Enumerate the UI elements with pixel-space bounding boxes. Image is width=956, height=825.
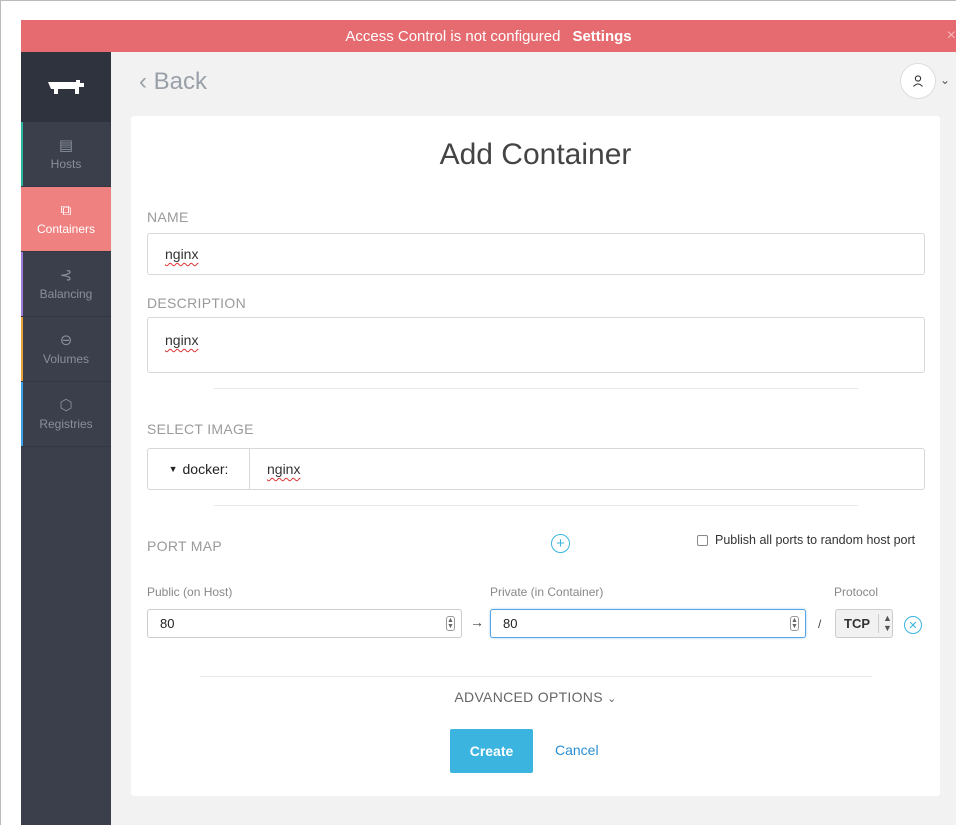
app-window: Access Control is not configured Setting… xyxy=(21,20,956,825)
cancel-button[interactable]: Cancel xyxy=(555,742,599,758)
balancing-icon: ⊰ xyxy=(59,266,73,284)
private-port-stepper[interactable]: ▲ ▼ xyxy=(790,616,799,631)
banner-message: Access Control is not configured xyxy=(345,27,561,45)
sidebar-item-label: Volumes xyxy=(42,351,90,366)
hosts-icon: ▤ xyxy=(58,136,74,154)
sidebar-item-volumes[interactable]: ⊖ Volumes xyxy=(21,317,111,382)
advanced-options-toggle[interactable]: ADVANCED OPTIONS ⌄ xyxy=(131,689,940,705)
select-image-label: SELECT IMAGE xyxy=(147,421,254,437)
public-port-value: 80 xyxy=(160,616,175,631)
registries-accent xyxy=(21,382,23,446)
sidebar-item-label: Registries xyxy=(39,416,93,431)
protocol-value: TCP xyxy=(844,616,870,631)
sidebar-item-hosts[interactable]: ▤ Hosts xyxy=(21,122,111,187)
description-value: nginx xyxy=(165,332,199,348)
balancing-accent xyxy=(21,252,23,316)
publish-all-checkbox[interactable] xyxy=(697,534,708,546)
chevron-left-icon: ‹ xyxy=(139,68,147,95)
port-map-label: PORT MAP xyxy=(147,538,223,554)
caret-down-icon: ▼ xyxy=(168,464,178,474)
volumes-accent xyxy=(21,317,23,381)
separator-slash: / xyxy=(818,617,822,631)
volumes-icon: ⊖ xyxy=(59,331,73,349)
public-port-stepper[interactable]: ▲ ▼ xyxy=(446,616,455,631)
registries-icon: ⬡ xyxy=(59,396,73,414)
name-input[interactable]: nginx xyxy=(147,233,925,275)
image-value: nginx xyxy=(267,461,301,477)
rancher-logo-icon xyxy=(48,80,84,94)
image-registry-dropdown[interactable]: ▼ docker: xyxy=(147,448,249,490)
divider xyxy=(214,505,858,506)
sidebar: ▤ Hosts ⧉ Containers ⊰ Balancing ⊖ Volum… xyxy=(21,52,111,825)
add-port-button[interactable]: + xyxy=(551,534,570,553)
sidebar-item-label: Containers xyxy=(36,221,96,236)
containers-icon: ⧉ xyxy=(60,201,72,219)
private-port-value: 80 xyxy=(503,616,518,631)
access-control-banner: Access Control is not configured Setting… xyxy=(21,20,956,52)
image-input[interactable]: nginx xyxy=(249,448,925,490)
protocol-label: Protocol xyxy=(834,585,879,599)
divider xyxy=(214,388,858,389)
remove-port-icon[interactable]: ✕ xyxy=(904,616,922,634)
user-icon xyxy=(913,75,923,87)
select-arrows-icon: ▲ ▼ xyxy=(883,613,892,633)
private-port-input[interactable]: 80 ▲ ▼ xyxy=(490,609,806,638)
back-label: Back xyxy=(153,68,208,95)
public-port-label: Public (on Host) xyxy=(147,585,233,599)
name-label: NAME xyxy=(147,209,189,225)
publish-all-option[interactable]: Publish all ports to random host port xyxy=(697,533,915,547)
back-button[interactable]: ‹ Back xyxy=(139,68,207,96)
public-port-input[interactable]: 80 ▲ ▼ xyxy=(147,609,462,638)
sidebar-item-balancing[interactable]: ⊰ Balancing xyxy=(21,252,111,317)
description-textarea[interactable]: nginx xyxy=(147,317,925,373)
chevron-down-icon[interactable]: ⌄ xyxy=(940,73,950,87)
close-icon[interactable]: × xyxy=(947,27,956,45)
image-prefix: docker: xyxy=(182,461,229,477)
arrow-right-icon: → xyxy=(470,614,484,630)
sidebar-item-containers[interactable]: ⧉ Containers xyxy=(21,187,111,252)
description-label: DESCRIPTION xyxy=(147,295,246,311)
protocol-divider xyxy=(878,614,879,633)
sidebar-item-registries[interactable]: ⬡ Registries xyxy=(21,382,111,447)
chevron-down-icon: ⌄ xyxy=(607,693,617,705)
divider xyxy=(200,676,872,677)
publish-all-label: Publish all ports to random host port xyxy=(715,533,916,547)
name-value: nginx xyxy=(165,246,199,262)
protocol-select[interactable]: TCP ▲ ▼ xyxy=(835,609,893,638)
hosts-accent xyxy=(21,122,23,186)
advanced-options-label: ADVANCED OPTIONS xyxy=(454,689,603,705)
sidebar-item-label: Hosts xyxy=(50,156,82,171)
sidebar-item-label: Balancing xyxy=(39,286,93,301)
create-button[interactable]: Create xyxy=(450,729,533,773)
user-menu-button[interactable] xyxy=(900,63,936,99)
frame-border-left xyxy=(0,0,1,825)
banner-settings-link[interactable]: Settings xyxy=(572,28,631,45)
private-port-label: Private (in Container) xyxy=(490,585,604,599)
page-title: Add Container xyxy=(439,138,632,171)
logo[interactable] xyxy=(21,52,111,122)
frame-border-top xyxy=(0,0,956,1)
